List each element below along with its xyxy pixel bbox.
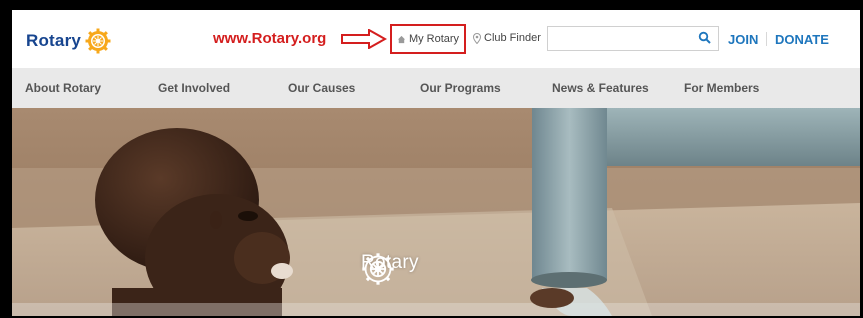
- nav-news-features[interactable]: News & Features: [552, 81, 649, 95]
- top-header: Rotary www.Rotary.org My Rotary Club Fin…: [12, 10, 860, 68]
- club-finder-link[interactable]: Club Finder: [473, 32, 541, 44]
- hero-banner: Rotary: [12, 108, 860, 316]
- nav-get-involved[interactable]: Get Involved: [158, 81, 230, 95]
- main-navigation: About Rotary Get Involved Our Causes Our…: [12, 68, 860, 108]
- donate-link[interactable]: DONATE: [775, 32, 829, 47]
- rotary-wheel-icon: [362, 253, 394, 285]
- hero-photo: [12, 108, 860, 316]
- search-icon: [698, 31, 711, 44]
- site-url-annotation: www.Rotary.org: [213, 30, 327, 47]
- logo-text: Rotary: [26, 31, 82, 50]
- nav-our-programs[interactable]: Our Programs: [420, 81, 501, 95]
- join-link[interactable]: JOIN: [728, 32, 758, 47]
- header-divider: [766, 32, 767, 46]
- rotary-logo-link[interactable]: Rotary: [26, 28, 111, 54]
- screenshot-frame: Rotary www.Rotary.org My Rotary Club Fin…: [0, 0, 863, 318]
- nav-for-members[interactable]: For Members: [684, 81, 759, 95]
- web-page: Rotary www.Rotary.org My Rotary Club Fin…: [12, 10, 860, 316]
- hero-rotary-logo: Rotary: [361, 252, 419, 285]
- my-rotary-link[interactable]: My Rotary: [390, 24, 466, 54]
- nav-our-causes[interactable]: Our Causes: [288, 81, 355, 95]
- search-input[interactable]: [548, 27, 688, 50]
- home-icon: [397, 35, 406, 43]
- annotation-arrow-icon: [341, 29, 387, 49]
- my-rotary-label: My Rotary: [408, 33, 460, 45]
- search-button[interactable]: [698, 31, 712, 45]
- rotary-wheel-icon: [85, 28, 111, 54]
- search-box: [547, 26, 719, 51]
- location-pin-icon: [473, 32, 481, 44]
- nav-about-rotary[interactable]: About Rotary: [25, 81, 101, 95]
- club-finder-label: Club Finder: [484, 32, 541, 44]
